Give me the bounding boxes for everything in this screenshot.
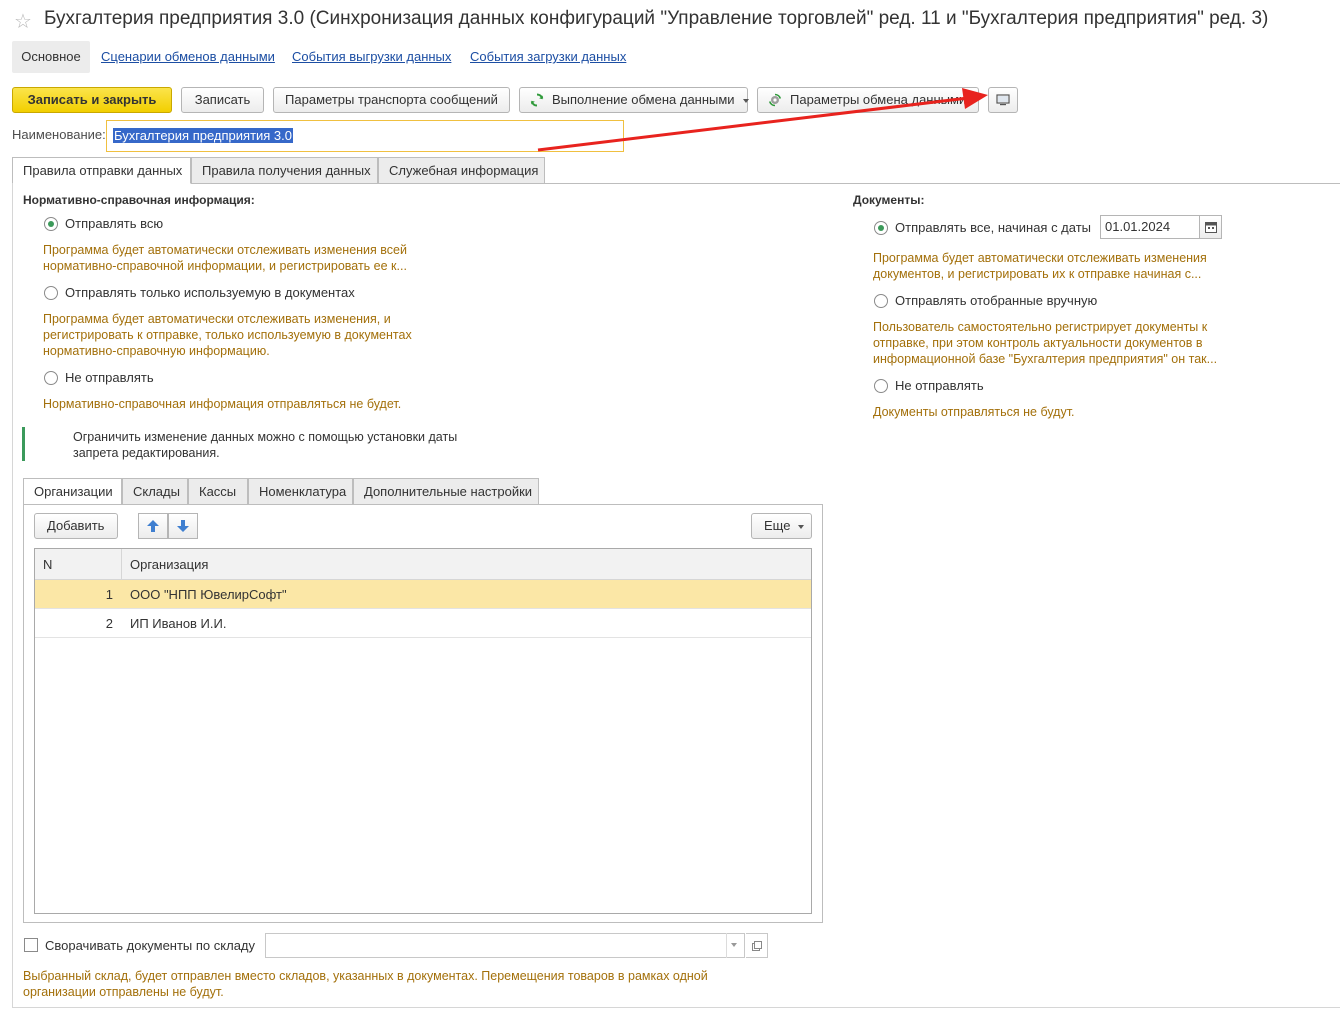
chevron-down-icon [798, 524, 805, 529]
row-organization: ИП Иванов И.И. [130, 616, 227, 631]
row-number: 1 [105, 587, 113, 602]
form-bottom-border [12, 1007, 1340, 1008]
calendar-icon [1205, 222, 1217, 233]
nsi-send-all-label[interactable]: Отправлять всю [65, 216, 163, 231]
docs-section-title: Документы: [853, 193, 925, 207]
exchange-params-button[interactable]: Параметры обмена данными [757, 87, 979, 113]
move-up-button[interactable] [138, 513, 168, 539]
more-button[interactable]: Еще [751, 513, 812, 539]
column-header-organization[interactable]: Организация [130, 557, 208, 572]
column-separator [121, 549, 122, 580]
subtab-organizations[interactable]: Организации [23, 478, 122, 505]
move-down-button[interactable] [168, 513, 198, 539]
tab-receive-rules[interactable]: Правила получения данных [191, 157, 378, 184]
docs-send-manual-label[interactable]: Отправлять отобранные вручную [895, 293, 1097, 308]
collapse-by-warehouse-checkbox[interactable] [24, 938, 38, 952]
docs-date-input[interactable]: 01.01.2024 [1100, 215, 1200, 239]
nsi-hint-3: Нормативно-справочная информация отправл… [43, 397, 402, 411]
docs-hint-1: Программа будет автоматически отслеживат… [873, 251, 1207, 281]
info-text: Ограничить изменение данных можно с помо… [73, 430, 458, 460]
chevron-down-icon [731, 943, 737, 947]
docs-hint-2: Пользователь самостоятельно регистрирует… [873, 320, 1218, 366]
warehouse-dropdown-button[interactable] [726, 933, 746, 958]
collapse-by-warehouse-label[interactable]: Сворачивать документы по складу [45, 938, 255, 953]
warehouse-select[interactable] [265, 933, 745, 958]
docs-dont-send-radio[interactable] [874, 379, 888, 393]
docs-send-from-date-radio[interactable] [874, 221, 888, 235]
favorite-star-icon[interactable]: ☆ [14, 9, 32, 34]
arrow-up-icon [147, 520, 159, 532]
exec-exchange-button[interactable]: Выполнение обмена данными [519, 87, 749, 113]
exec-exchange-label: Выполнение обмена данными [552, 92, 735, 107]
warehouse-open-button[interactable] [746, 933, 768, 958]
docs-send-from-date-label[interactable]: Отправлять все, начиная с даты [895, 220, 1091, 235]
subtab-additional-settings[interactable]: Дополнительные настройки [353, 478, 539, 505]
info-bar [22, 427, 25, 461]
table-row[interactable]: 2 ИП Иванов И.И. [35, 609, 811, 638]
subtab-warehouses[interactable]: Склады [122, 478, 188, 505]
calendar-button[interactable] [1199, 215, 1222, 239]
more-label: Еще [764, 518, 791, 533]
open-icon [752, 941, 762, 951]
exchange-params-label: Параметры обмена данными [790, 92, 967, 107]
row-organization: ООО "НПП ЮвелирСофт" [130, 587, 287, 602]
nsi-dont-send-label[interactable]: Не отправлять [65, 370, 154, 385]
sync-icon [530, 93, 544, 107]
content-border [12, 183, 13, 1008]
nav-main[interactable]: Основное [12, 41, 90, 73]
name-value: Бухгалтерия предприятия 3.0 [113, 128, 294, 143]
name-input[interactable]: Бухгалтерия предприятия 3.0 [106, 120, 624, 152]
arrow-down-icon [177, 520, 189, 532]
chevron-down-icon [742, 98, 749, 103]
organizations-table: N Организация 1 ООО "НПП ЮвелирСофт" 2 И… [34, 548, 812, 914]
monitor-icon [996, 94, 1010, 106]
nsi-section-title: Нормативно-справочная информация: [23, 193, 255, 207]
save-button[interactable]: Записать [181, 87, 264, 113]
nav-import-events[interactable]: События загрузки данных [470, 41, 626, 73]
docs-hint-3: Документы отправляться не будут. [873, 405, 1075, 419]
nsi-hint-2: Программа будет автоматически отслеживат… [43, 312, 412, 358]
name-label: Наименование: [12, 127, 106, 142]
window-title: Бухгалтерия предприятия 3.0 (Синхронизац… [44, 8, 1269, 29]
show-form-button[interactable] [988, 87, 1018, 113]
subtab-cash[interactable]: Кассы [188, 478, 248, 505]
tab-service-info[interactable]: Служебная информация [378, 157, 545, 184]
column-header-n[interactable]: N [43, 557, 52, 572]
docs-send-manual-radio[interactable] [874, 294, 888, 308]
nav-exchange-scenarios[interactable]: Сценарии обменов данными [101, 41, 275, 73]
subtab-nomenclature[interactable]: Номенклатура [248, 478, 353, 505]
table-header: N Организация [35, 549, 811, 580]
transport-params-button[interactable]: Параметры транспорта сообщений [273, 87, 510, 113]
row-number: 2 [105, 616, 113, 631]
tab-send-rules[interactable]: Правила отправки данных [12, 157, 191, 184]
nsi-send-used-radio[interactable] [44, 286, 58, 300]
collapse-hint: Выбранный склад, будет отправлен вместо … [23, 969, 708, 999]
add-button[interactable]: Добавить [34, 513, 118, 539]
nsi-dont-send-radio[interactable] [44, 371, 58, 385]
nav-export-events[interactable]: События выгрузки данных [292, 41, 451, 73]
nsi-hint-1: Программа будет автоматически отслеживат… [43, 243, 407, 273]
docs-dont-send-label[interactable]: Не отправлять [895, 378, 984, 393]
save-and-close-button[interactable]: Записать и закрыть [12, 87, 172, 113]
settings-sync-icon [768, 93, 782, 106]
nsi-send-all-radio[interactable] [44, 217, 58, 231]
nsi-send-used-label[interactable]: Отправлять только используемую в докумен… [65, 285, 355, 300]
table-row[interactable]: 1 ООО "НПП ЮвелирСофт" [35, 580, 811, 609]
